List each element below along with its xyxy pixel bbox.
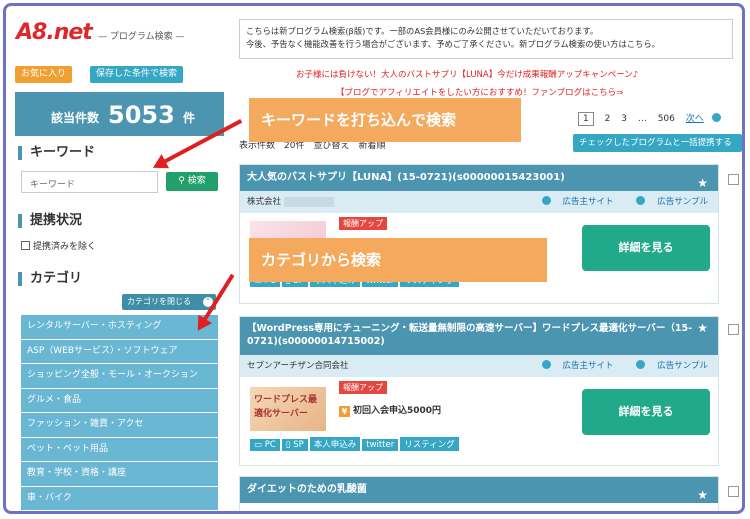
chevron-right-icon <box>541 196 551 205</box>
program-card: ダイエットのための乳酸菌 ★ <box>239 476 719 511</box>
program-title[interactable]: 大人気のバストサプリ【LUNA】(15-0721)(s0000001542300… <box>240 165 718 191</box>
partner-status-heading: 提携状況 <box>18 214 82 228</box>
program-company: セブンアーチザン合同会社 <box>247 361 349 371</box>
ad-sample-label: 広告サンプル <box>657 197 708 207</box>
tag-twitter: twitter <box>362 439 399 451</box>
star-icon[interactable]: ★ <box>697 482 708 508</box>
notice-line-1: こちらは新プログラム検索(β版)です。一部のAS会員様にのみ公開させていただいて… <box>246 26 599 36</box>
program-title-text[interactable]: ダイエットのための乳酸菌 <box>247 484 367 495</box>
exclude-partnered-label: 提携済みを除く <box>33 242 97 252</box>
category-item[interactable]: ショッピング全般・モール・オークション <box>21 364 218 389</box>
program-card: 【WordPress専用にチューニング・転送量無制限の高速サーバー】ワードプレス… <box>239 316 719 466</box>
program-thumbnail[interactable]: ワードプレス最適化サーバー <box>250 387 326 431</box>
chevron-right-icon <box>711 113 721 122</box>
keyword-search-button[interactable]: ⚲ 検索 <box>166 172 218 191</box>
saved-search-button[interactable]: 保存した条件で検索 <box>90 66 184 83</box>
view-details-button[interactable]: 詳細を見る <box>582 389 710 435</box>
program-reward: ¥ 初回入会申込5000円 <box>339 403 441 417</box>
exclude-partnered-option[interactable]: 提携済みを除く <box>21 239 96 252</box>
advertiser-site-link[interactable]: 広告主サイト <box>532 196 614 207</box>
page-link[interactable]: 1 <box>578 112 594 126</box>
tag-self-apply: 本人申込み <box>309 437 361 451</box>
program-select-checkbox[interactable] <box>728 324 739 335</box>
page-ellipsis: … <box>637 114 647 124</box>
advertiser-site-label: 広告主サイト <box>562 361 614 371</box>
reward-up-badge: 報酬アップ <box>339 381 387 394</box>
chevron-right-icon <box>636 196 646 205</box>
pagination: 1 2 3 … 506 次へ <box>578 111 729 126</box>
notice-line-2: 今後、予告なく機能改善を行う場合がございます、予めご了承ください。新プログラム検… <box>246 39 660 49</box>
category-item[interactable]: 車・バイク <box>21 486 218 511</box>
page-link[interactable]: 506 <box>658 114 675 124</box>
program-select-checkbox[interactable] <box>728 174 739 185</box>
tag-label: SP <box>293 440 304 450</box>
beta-notice: こちらは新プログラム検索(β版)です。一部のAS会員様にのみ公開させていただいて… <box>239 19 733 59</box>
result-count-number: 5053 <box>108 101 175 129</box>
program-title[interactable]: ダイエットのための乳酸菌 ★ <box>240 477 718 503</box>
blurred-text <box>283 196 334 207</box>
star-icon[interactable]: ★ <box>697 322 708 335</box>
next-page-link[interactable]: 次へ <box>686 111 704 124</box>
reward-up-badge: 報酬アップ <box>339 217 387 230</box>
program-title-text[interactable]: 大人気のバストサプリ【LUNA】(15-0721)(s0000001542300… <box>247 172 565 183</box>
tag-listing: リスティング <box>400 437 459 451</box>
tag-pc: ▭ PC <box>250 439 280 451</box>
result-count-box: 該当件数 5053 件 <box>15 92 224 136</box>
chevron-right-icon <box>541 360 551 369</box>
ad-sample-label: 広告サンプル <box>657 361 708 371</box>
program-tags: ▭ PC▯ SP本人申込みtwitterリスティング <box>250 437 461 451</box>
program-select-checkbox[interactable] <box>728 486 739 497</box>
page-link[interactable]: 2 <box>605 114 611 124</box>
tag-label: PC <box>264 440 276 450</box>
program-title-text[interactable]: 【WordPress専用にチューニング・転送量無制限の高速サーバー】ワードプレス… <box>247 323 692 347</box>
category-item[interactable]: 教育・学校・資格・講座 <box>21 462 218 487</box>
category-close-label: カテゴリを閉じる <box>127 297 191 306</box>
program-reward-text: 初回入会申込5000円 <box>353 406 442 416</box>
category-callout: カテゴリから検索 <box>249 238 547 282</box>
tag-sp: ▯ SP <box>281 439 308 451</box>
ad-sample-link[interactable]: 広告サンプル <box>626 360 708 371</box>
program-sub-row: 株式会社 広告主サイト 広告サンプル <box>240 191 718 213</box>
page-link[interactable]: 3 <box>621 114 627 124</box>
a8-logo[interactable]: A8.net <box>16 20 93 45</box>
logo-subtitle: — プログラム検索 — <box>98 32 185 42</box>
result-count-label: 該当件数 <box>51 111 100 125</box>
keyword-callout: キーワードを打ち込んで検索 <box>249 98 521 142</box>
chevron-right-icon <box>636 360 646 369</box>
screenshot-frame: A8.net — プログラム検索 — お気に入り 保存した条件で検索 該当件数 … <box>3 3 745 514</box>
program-sub-row: セブンアーチザン合同会社 広告主サイト 広告サンプル <box>240 355 718 377</box>
category-item[interactable]: グルメ・食品 <box>21 388 218 413</box>
advertiser-site-link[interactable]: 広告主サイト <box>532 360 614 371</box>
monitor-icon: ▭ <box>254 440 263 450</box>
category-heading: カテゴリ <box>18 272 82 286</box>
program-company: 株式会社 <box>247 197 282 207</box>
category-close-button[interactable]: カテゴリを閉じる ⌃ <box>122 294 216 310</box>
category-item[interactable]: ペット・ペット用品 <box>21 437 218 462</box>
program-title[interactable]: 【WordPress専用にチューニング・転送量無制限の高速サーバー】ワードプレス… <box>240 317 718 355</box>
view-details-button[interactable]: 詳細を見る <box>582 225 710 271</box>
ad-sample-link[interactable]: 広告サンプル <box>626 196 708 207</box>
result-count-unit: 件 <box>183 111 196 125</box>
phone-icon: ▯ <box>285 440 291 450</box>
promo-link-1[interactable]: お子様には負けない！大人のバストサプリ【LUNA】今だけ成果報酬アップキャンペー… <box>296 68 638 80</box>
exclude-partnered-checkbox[interactable] <box>21 241 30 250</box>
yen-icon: ¥ <box>339 406 350 417</box>
category-item[interactable]: ファッション・雑貨・アクセ <box>21 413 218 438</box>
search-icon: ⚲ <box>178 176 185 186</box>
category-list: レンタルサーバー・ホスティング ASP（WEBサービス）・ソフトウェア ショッピ… <box>21 315 218 511</box>
favorites-button[interactable]: お気に入り <box>15 66 73 83</box>
program-card: 大人気のバストサプリ【LUNA】(15-0721)(s0000001542300… <box>239 164 719 304</box>
category-item[interactable]: ASP（WEBサービス）・ソフトウェア <box>21 339 218 364</box>
keyword-input[interactable]: キーワード <box>21 171 158 193</box>
promo-link-2[interactable]: 【ブログでアフィリエイトをしたい方におすすめ！ファンブログはこちら⇒ <box>336 86 623 98</box>
keyword-heading: キーワード <box>18 146 95 160</box>
bulk-partner-button[interactable]: チェックしたプログラムと一括提携する <box>573 134 742 152</box>
category-item[interactable]: レンタルサーバー・ホスティング <box>21 315 218 340</box>
keyword-search-label: 検索 <box>187 176 206 186</box>
advertiser-site-label: 広告主サイト <box>562 197 614 207</box>
